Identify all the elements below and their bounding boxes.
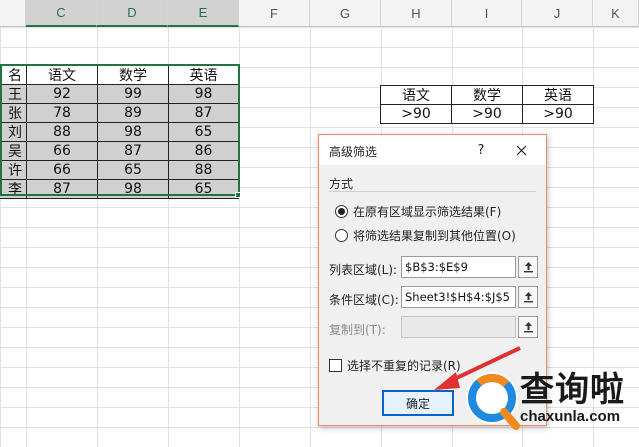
watermark-text: 查询啦	[520, 370, 625, 410]
table-header-math[interactable]: 数学	[97, 65, 169, 85]
table-header-english[interactable]: 英语	[168, 65, 239, 85]
column-header-e[interactable]: E	[168, 0, 239, 27]
radio-filter-in-place[interactable]: 在原有区域显示筛选结果(F)	[335, 203, 501, 220]
table-header-chinese[interactable]: 语文	[26, 65, 98, 85]
copy-to-input[interactable]	[401, 316, 516, 338]
criteria-range-label: 条件区域(C):	[329, 293, 399, 307]
radio-label: 将筛选结果复制到其他位置(O)	[353, 229, 516, 243]
column-header-d[interactable]: D	[97, 0, 168, 27]
criteria-header-english[interactable]: 英语	[522, 85, 594, 105]
table-cell[interactable]: 张	[0, 103, 27, 123]
table-cell[interactable]: 66	[26, 160, 98, 180]
dialog-titlebar[interactable]: 高级筛选 ?	[319, 135, 546, 165]
column-header-c[interactable]: C	[26, 0, 97, 27]
criteria-range-picker-button[interactable]	[518, 286, 538, 308]
column-header-g[interactable]: G	[310, 0, 381, 27]
table-cell[interactable]: 88	[168, 160, 239, 180]
column-header-h[interactable]: H	[381, 0, 452, 27]
close-button[interactable]	[509, 139, 533, 161]
fill-handle[interactable]	[235, 192, 241, 198]
close-icon	[516, 145, 526, 155]
table-cell[interactable]: 许	[0, 160, 27, 180]
criteria-header-math[interactable]: 数学	[451, 85, 523, 105]
table-cell[interactable]: 88	[26, 122, 98, 142]
table-cell[interactable]: 99	[97, 84, 169, 104]
criteria-range-input[interactable]: Sheet3!$H$4:$J$5	[401, 286, 516, 308]
column-header-b[interactable]	[0, 0, 26, 27]
table-cell[interactable]: 吴	[0, 141, 27, 161]
column-header-k[interactable]: K	[593, 0, 639, 27]
collapse-dialog-icon	[523, 292, 533, 303]
column-header-bar: C D E F G H I J K	[0, 0, 639, 27]
grid-line	[239, 27, 240, 447]
table-header-name[interactable]: 名	[0, 65, 27, 85]
table-cell[interactable]: 王	[0, 84, 27, 104]
radio-label: 在原有区域显示筛选结果(F)	[353, 205, 502, 219]
table-cell[interactable]: 92	[26, 84, 98, 104]
help-button[interactable]: ?	[471, 140, 491, 160]
copy-to-picker-button[interactable]	[518, 316, 538, 338]
criteria-header-chinese[interactable]: 语文	[380, 85, 452, 105]
table-cell[interactable]: 87	[97, 141, 169, 161]
column-header-i[interactable]: I	[452, 0, 522, 27]
table-cell[interactable]: 刘	[0, 122, 27, 142]
table-cell[interactable]: 66	[26, 141, 98, 161]
watermark-url: chaxunla.com	[520, 408, 621, 425]
table-cell[interactable]: 98	[168, 84, 239, 104]
table-cell[interactable]: 87	[168, 103, 239, 123]
table-cell[interactable]: 78	[26, 103, 98, 123]
collapse-dialog-icon	[523, 262, 533, 273]
mode-section-label: 方式	[329, 177, 354, 191]
criteria-value[interactable]: >90	[522, 104, 594, 124]
list-range-label: 列表区域(L):	[329, 263, 398, 277]
table-cell[interactable]: 89	[97, 103, 169, 123]
column-header-f[interactable]: F	[239, 0, 310, 27]
table-cell[interactable]: 65	[168, 179, 239, 199]
dialog-title: 高级筛选	[329, 145, 378, 159]
radio-copy-to-location[interactable]: 将筛选结果复制到其他位置(O)	[335, 227, 516, 244]
unique-records-checkbox[interactable]	[329, 359, 342, 372]
copy-to-label: 复制到(T):	[329, 323, 386, 337]
radio-selected-icon[interactable]	[335, 205, 348, 218]
table-cell[interactable]: 李	[0, 179, 27, 199]
table-cell[interactable]: 86	[168, 141, 239, 161]
table-cell[interactable]: 98	[97, 122, 169, 142]
table-cell[interactable]: 98	[97, 179, 169, 199]
table-cell[interactable]: 65	[97, 160, 169, 180]
table-cell[interactable]: 87	[26, 179, 98, 199]
radio-unselected-icon[interactable]	[335, 229, 348, 242]
column-header-j[interactable]: J	[522, 0, 593, 27]
collapse-dialog-icon	[523, 322, 533, 333]
list-range-input[interactable]: $B$3:$E$9	[401, 256, 516, 278]
table-cell[interactable]: 65	[168, 122, 239, 142]
criteria-value[interactable]: >90	[380, 104, 452, 124]
list-range-picker-button[interactable]	[518, 256, 538, 278]
criteria-value[interactable]: >90	[451, 104, 523, 124]
grid-line	[310, 27, 311, 447]
